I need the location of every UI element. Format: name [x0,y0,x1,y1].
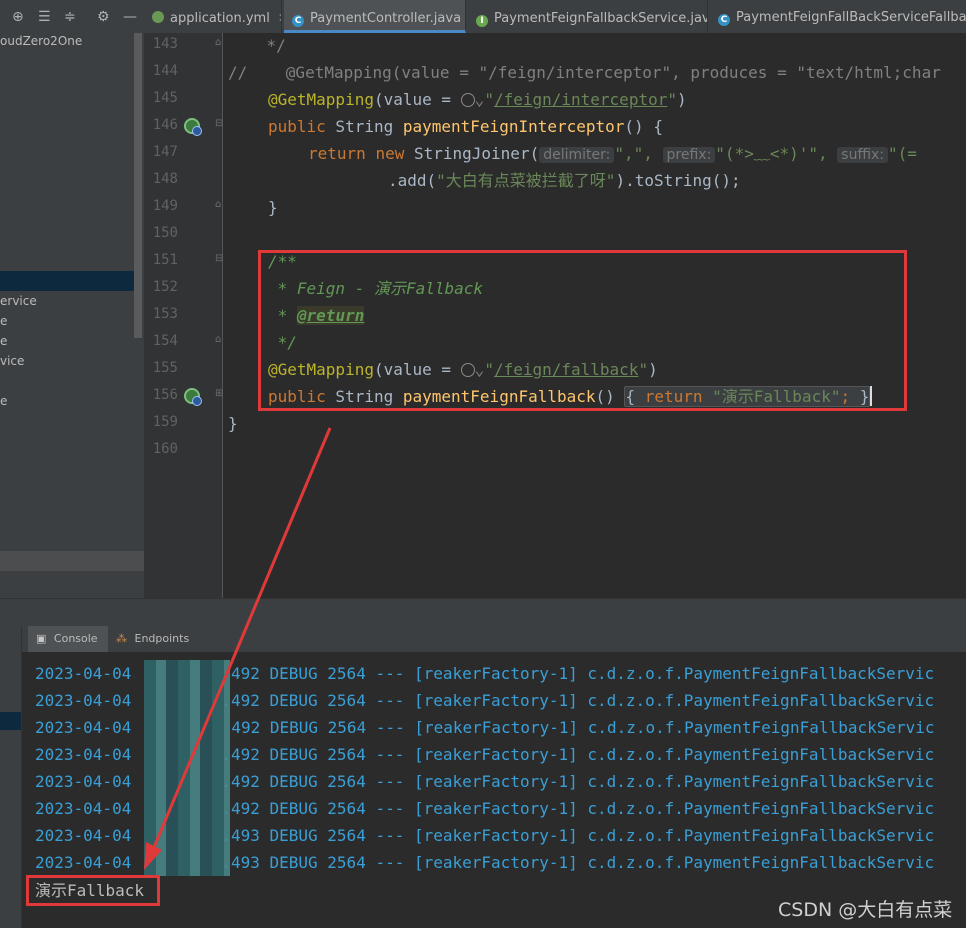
arrow-line [150,427,332,853]
annotation-arrow [144,427,332,870]
watermark: CSDN @大白有点菜 [778,899,953,921]
arrow-head [144,842,162,870]
